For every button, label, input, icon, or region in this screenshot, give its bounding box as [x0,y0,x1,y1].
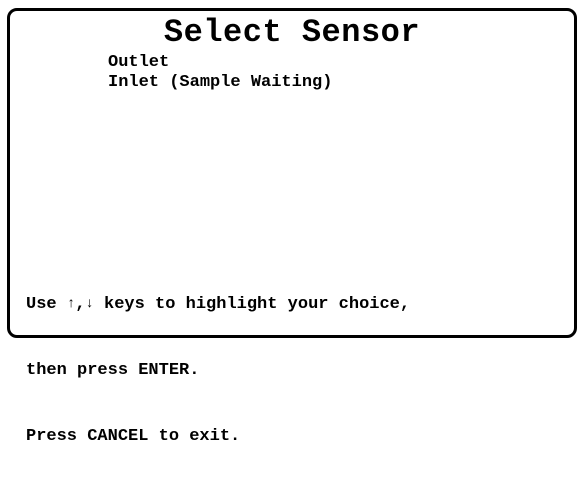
menu-item-outlet[interactable]: Outlet [108,53,332,73]
instruction-prefix: Use [26,295,67,314]
instruction-line-1: Use ↑,↓ keys to highlight your choice, [26,293,410,316]
instruction-line-2: then press ENTER. [26,361,200,380]
instruction-comma: , [75,295,86,314]
lcd-screen: Select Sensor Outlet Inlet (Sample Waiti… [7,8,577,446]
menu-item-inlet[interactable]: Inlet (Sample Waiting) [108,73,332,93]
instructions: Use ↑,↓ keys to highlight your choice, t… [26,249,410,492]
instruction-line-3: Press CANCEL to exit. [26,427,241,446]
down-arrow-icon: ↓ [85,296,94,312]
sensor-menu: Outlet Inlet (Sample Waiting) [108,53,332,93]
instruction-suffix: keys to highlight your choice, [93,295,411,314]
screen-title: Select Sensor [163,14,421,51]
up-arrow-icon: ↑ [66,296,76,312]
